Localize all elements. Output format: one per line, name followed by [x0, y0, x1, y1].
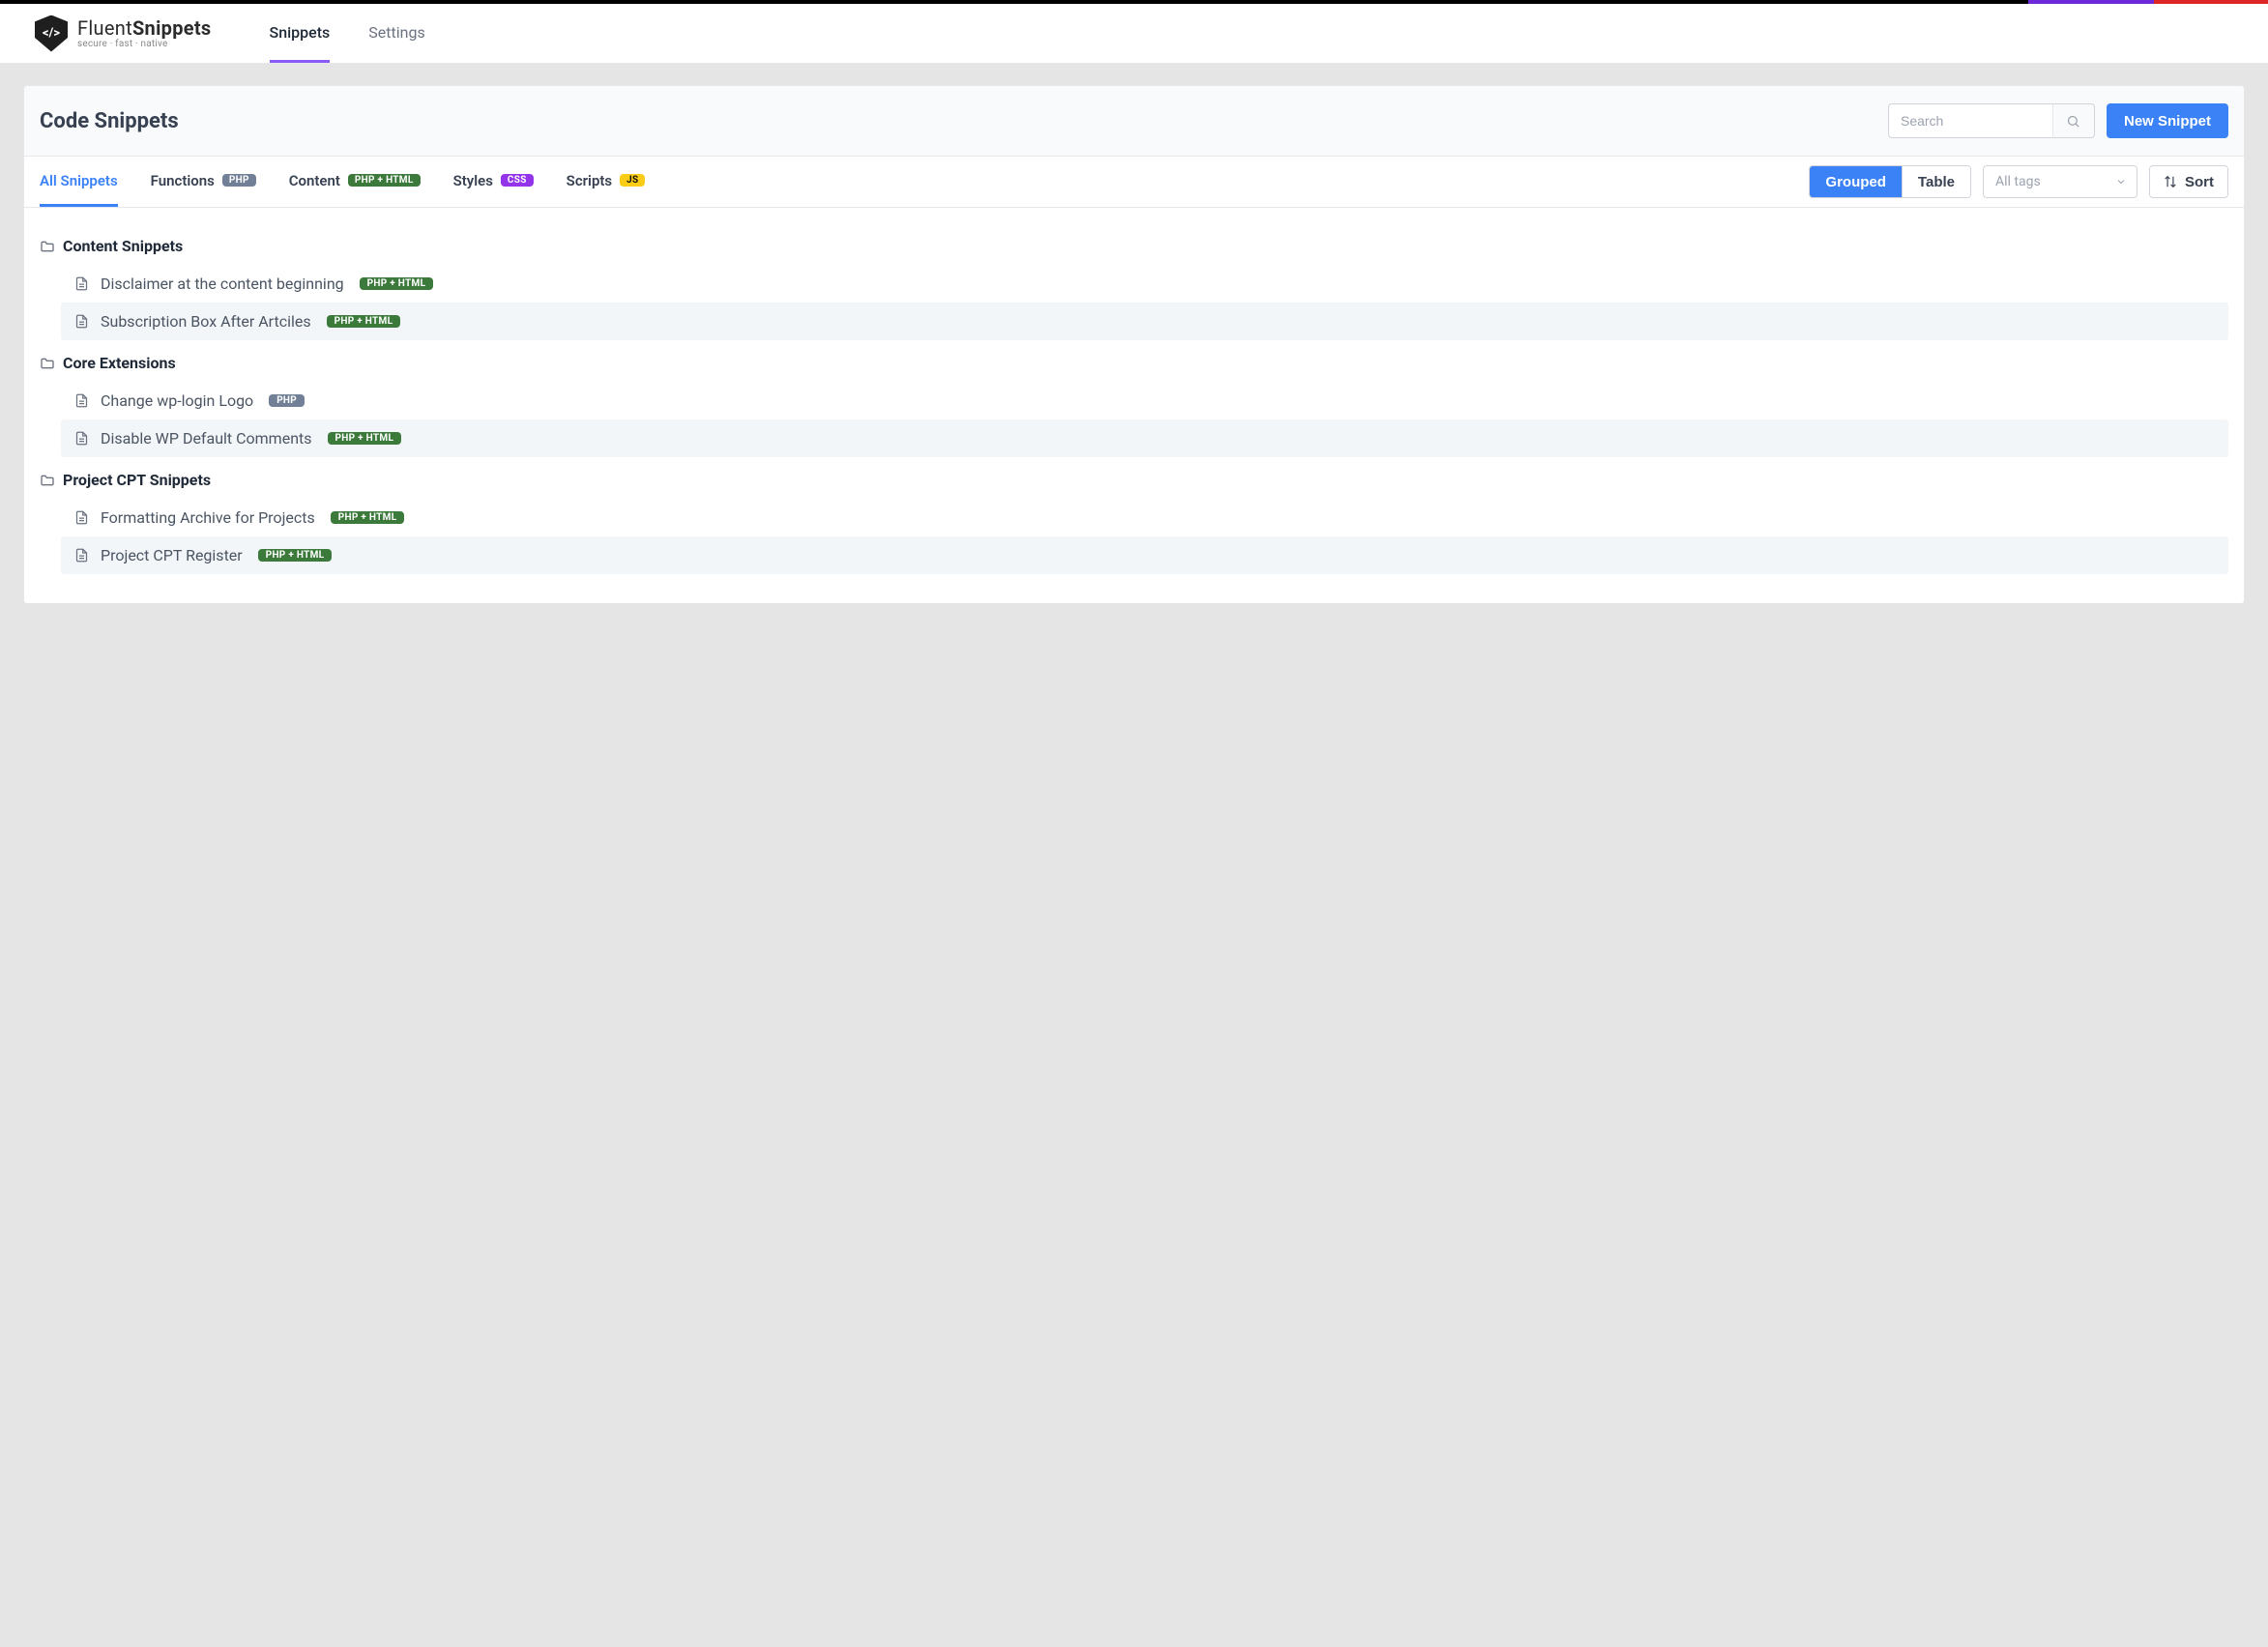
snippet-title: Change wp-login Logo	[101, 391, 253, 410]
snippet-row[interactable]: Disclaimer at the content beginning PHP +…	[61, 265, 2228, 303]
new-snippet-button[interactable]: New Snippet	[2107, 103, 2228, 138]
badge-php-html: PHP + HTML	[348, 174, 421, 187]
page-shell: Code Snippets New Snippet All Snippets	[0, 64, 2268, 625]
sort-label: Sort	[2185, 174, 2214, 190]
filter-bar: All Snippets Functions PHP Content PHP +…	[24, 157, 2244, 208]
filter-tab-styles-label: Styles	[453, 172, 493, 189]
panel-actions: New Snippet	[1888, 103, 2228, 138]
panel: Code Snippets New Snippet All Snippets	[23, 85, 2245, 604]
snippet-row[interactable]: Change wp-login Logo PHP	[61, 382, 2228, 419]
snippet-group-name: Core Extensions	[63, 354, 176, 372]
snippet-group: Project CPT Snippets Formatting Archive f…	[24, 457, 2244, 574]
brand-logo-glyph: </>	[43, 26, 60, 41]
badge-js: JS	[620, 174, 645, 187]
nav-snippets[interactable]: Snippets	[270, 4, 331, 63]
app-header: </> FluentSnippets secure · fast · nativ…	[0, 4, 2268, 64]
snippet-group-header[interactable]: Core Extensions	[40, 348, 2228, 382]
accent-strip-red	[2154, 0, 2268, 4]
brand-text: FluentSnippets secure · fast · native	[77, 18, 212, 49]
file-icon	[74, 314, 89, 329]
search-button[interactable]	[2052, 103, 2095, 138]
view-toggle: Grouped Table	[1809, 165, 1971, 198]
filter-controls: Grouped Table All tags Sort	[1809, 165, 2228, 198]
snippet-type-badge: PHP + HTML	[360, 277, 434, 290]
file-icon	[74, 276, 89, 291]
filter-tab-functions-label: Functions	[151, 172, 215, 189]
badge-css: CSS	[501, 174, 534, 187]
snippet-type-badge: PHP + HTML	[331, 511, 405, 524]
main-nav: Snippets Settings	[270, 4, 425, 63]
snippet-title: Subscription Box After Artciles	[101, 312, 311, 331]
panel-head: Code Snippets New Snippet	[24, 86, 2244, 157]
brand-name-light: Fluent	[77, 16, 132, 40]
folder-icon	[40, 239, 55, 254]
search	[1888, 103, 2095, 138]
badge-php: PHP	[222, 174, 256, 187]
filter-tab-content-label: Content	[289, 172, 340, 189]
brand-tagline: secure · fast · native	[77, 40, 212, 49]
file-icon	[74, 510, 89, 525]
snippet-title: Disable WP Default Comments	[101, 429, 312, 448]
snippet-title: Project CPT Register	[101, 546, 243, 564]
snippet-row[interactable]: Disable WP Default Comments PHP + HTML	[61, 419, 2228, 457]
snippet-type-badge: PHP + HTML	[328, 432, 402, 445]
chevron-down-icon	[2115, 176, 2127, 188]
tags-select-placeholder: All tags	[1995, 174, 2041, 189]
snippet-type-badge: PHP + HTML	[327, 315, 401, 328]
filter-tab-all[interactable]: All Snippets	[40, 157, 118, 207]
sort-icon	[2164, 175, 2177, 188]
snippet-group: Content Snippets Disclaimer at the conten…	[24, 223, 2244, 340]
nav-snippets-label: Snippets	[270, 23, 331, 42]
brand: </> FluentSnippets secure · fast · nativ…	[35, 15, 212, 52]
filter-tab-scripts[interactable]: Scripts JS	[567, 157, 646, 207]
snippet-type-badge: PHP	[269, 394, 305, 407]
filter-tab-all-label: All Snippets	[40, 172, 118, 189]
snippet-type-badge: PHP + HTML	[258, 549, 333, 562]
search-input[interactable]	[1888, 103, 2052, 138]
new-snippet-label: New Snippet	[2124, 113, 2211, 130]
brand-shield-icon: </>	[35, 15, 68, 52]
file-icon	[74, 393, 89, 408]
filter-tab-functions[interactable]: Functions PHP	[151, 157, 256, 207]
search-icon	[2066, 114, 2080, 129]
filter-tab-scripts-label: Scripts	[567, 172, 612, 189]
brand-name-bold: Snippets	[132, 16, 212, 40]
snippet-title: Formatting Archive for Projects	[101, 508, 315, 527]
folder-icon	[40, 473, 55, 488]
snippet-group-header[interactable]: Project CPT Snippets	[40, 465, 2228, 499]
snippet-row[interactable]: Subscription Box After Artciles PHP + HTM…	[61, 303, 2228, 340]
view-table[interactable]: Table	[1902, 166, 1970, 197]
snippet-row[interactable]: Formatting Archive for Projects PHP + HTM…	[61, 499, 2228, 536]
accent-strip-purple	[2028, 0, 2154, 4]
nav-settings-label: Settings	[368, 23, 424, 42]
snippet-group-header[interactable]: Content Snippets	[40, 231, 2228, 265]
file-icon	[74, 548, 89, 563]
file-icon	[74, 431, 89, 446]
view-grouped[interactable]: Grouped	[1810, 166, 1902, 197]
view-grouped-label: Grouped	[1825, 174, 1886, 190]
snippet-group: Core Extensions Change wp-login Logo PHP Di…	[24, 340, 2244, 457]
snippet-group-name: Project CPT Snippets	[63, 471, 211, 489]
filter-tabs: All Snippets Functions PHP Content PHP +…	[40, 157, 645, 207]
sort-button[interactable]: Sort	[2149, 165, 2228, 198]
view-table-label: Table	[1918, 174, 1955, 190]
brand-name: FluentSnippets	[77, 18, 212, 38]
filter-tab-content[interactable]: Content PHP + HTML	[289, 157, 421, 207]
snippets-content: Content Snippets Disclaimer at the conten…	[24, 208, 2244, 603]
window-top-strip	[0, 0, 2268, 4]
filter-tab-styles[interactable]: Styles CSS	[453, 157, 534, 207]
page-title: Code Snippets	[40, 109, 179, 133]
tags-select[interactable]: All tags	[1983, 165, 2137, 198]
nav-settings[interactable]: Settings	[368, 4, 424, 63]
snippet-row[interactable]: Project CPT Register PHP + HTML	[61, 536, 2228, 574]
snippet-title: Disclaimer at the content beginning	[101, 274, 344, 293]
snippet-group-name: Content Snippets	[63, 237, 183, 255]
folder-icon	[40, 356, 55, 371]
